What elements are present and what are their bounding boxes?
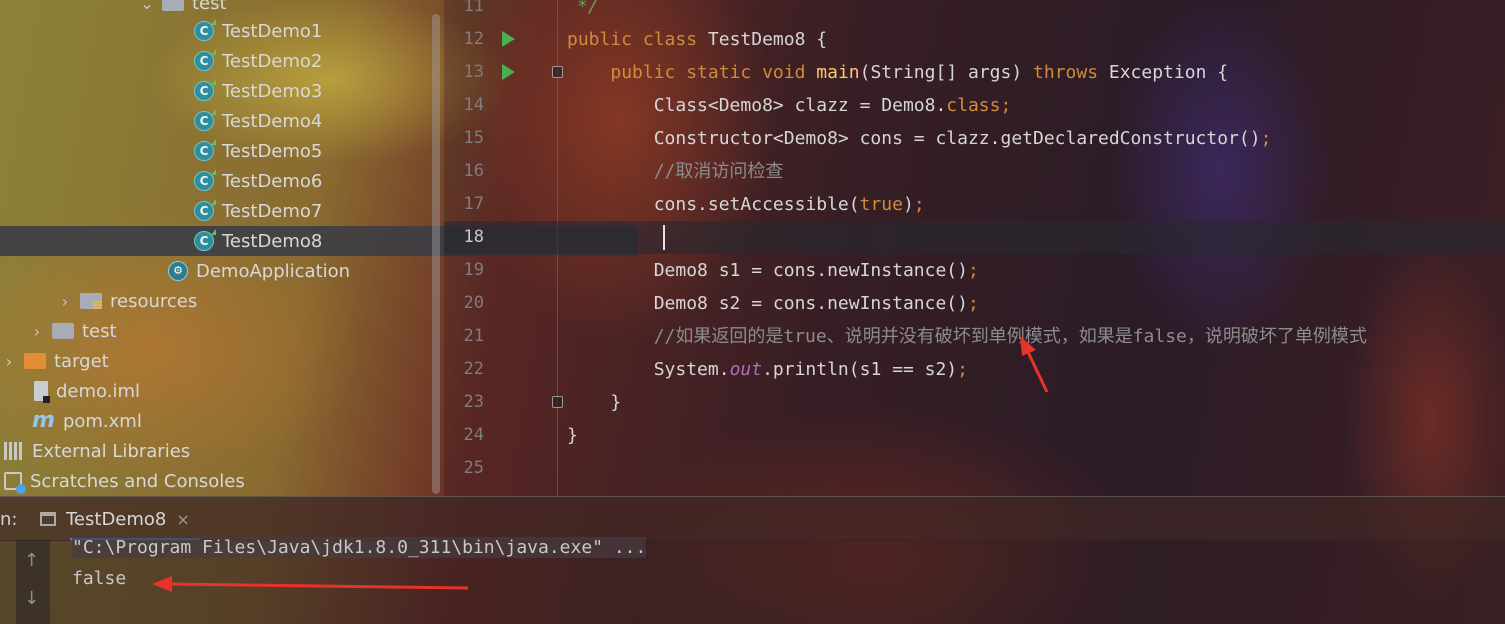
annotation-arrow-code (1020, 336, 1049, 393)
annotation-arrow-console (152, 576, 469, 592)
annotation-arrows (152, 336, 1049, 592)
